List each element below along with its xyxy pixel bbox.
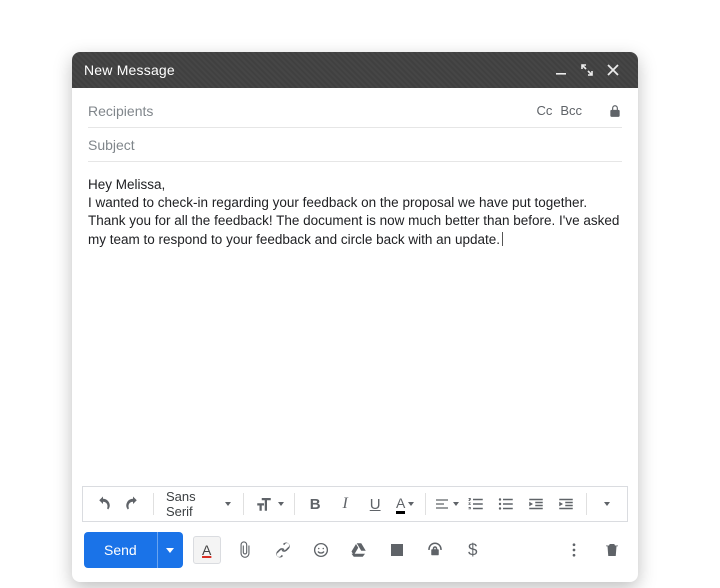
more-formatting-button[interactable] <box>593 490 621 518</box>
chevron-down-icon <box>604 502 610 506</box>
chevron-down-icon <box>453 502 459 506</box>
body-paragraph: I wanted to check-in regarding your feed… <box>88 195 619 246</box>
subject-placeholder: Subject <box>88 137 622 153</box>
insert-link-button[interactable] <box>269 536 297 564</box>
cc-button[interactable]: Cc <box>536 103 552 118</box>
drive-icon <box>350 541 368 559</box>
subject-row[interactable]: Subject <box>88 128 622 162</box>
body-greeting: Hey Melissa, <box>88 176 622 194</box>
image-icon <box>388 541 406 559</box>
numbered-list-button[interactable] <box>462 490 490 518</box>
dollar-icon: $ <box>468 540 477 560</box>
text-color-icon: A <box>396 495 405 513</box>
bulleted-list-button[interactable] <box>492 490 520 518</box>
fullscreen-button[interactable] <box>574 52 600 88</box>
kebab-icon <box>565 541 583 559</box>
window-title: New Message <box>84 62 548 78</box>
text-color-button[interactable]: A <box>391 490 419 518</box>
link-icon <box>274 541 292 559</box>
title-bar: New Message <box>72 52 638 88</box>
more-options-button[interactable] <box>560 536 588 564</box>
italic-icon: I <box>342 495 347 513</box>
bold-icon: B <box>310 496 321 513</box>
attachment-icon <box>236 541 254 559</box>
font-size-picker[interactable] <box>250 490 288 518</box>
send-button[interactable]: Send <box>84 532 157 568</box>
bulleted-list-icon <box>497 495 515 513</box>
indent-decrease-icon <box>527 495 545 513</box>
underline-button[interactable]: U <box>361 490 389 518</box>
footer-icons: A $ <box>193 536 487 564</box>
send-button-group: Send <box>84 532 183 568</box>
message-body[interactable]: Hey Melissa, I wanted to check-in regard… <box>72 162 638 486</box>
compose-window: New Message Recipients Cc Bcc <box>72 52 638 582</box>
chevron-down-icon <box>225 502 231 506</box>
trash-icon <box>603 541 621 559</box>
emoji-icon <box>312 541 330 559</box>
indent-less-button[interactable] <box>522 490 550 518</box>
confidential-mode-button[interactable] <box>421 536 449 564</box>
formatting-options-button[interactable]: A <box>193 536 221 564</box>
font-family-label: Sans Serif <box>166 489 221 519</box>
chevron-down-icon <box>408 502 414 506</box>
align-button[interactable] <box>432 490 460 518</box>
footer: Send A <box>72 532 638 582</box>
insert-money-button[interactable]: $ <box>459 536 487 564</box>
formatting-icon: A <box>202 542 211 558</box>
font-family-picker[interactable]: Sans Serif <box>160 490 237 518</box>
insert-photo-button[interactable] <box>383 536 411 564</box>
redo-button[interactable] <box>119 490 147 518</box>
text-cursor <box>502 232 503 246</box>
recipients-row[interactable]: Recipients Cc Bcc <box>88 94 622 128</box>
align-left-icon <box>434 496 450 512</box>
bcc-button[interactable]: Bcc <box>560 103 582 118</box>
indent-more-button[interactable] <box>552 490 580 518</box>
italic-button[interactable]: I <box>331 490 359 518</box>
header-fields: Recipients Cc Bcc Subject <box>72 88 638 162</box>
undo-button[interactable] <box>89 490 117 518</box>
minimize-button[interactable] <box>548 52 574 88</box>
indent-increase-icon <box>557 495 575 513</box>
numbered-list-icon <box>467 495 485 513</box>
send-options-button[interactable] <box>157 532 183 568</box>
bold-button[interactable]: B <box>301 490 329 518</box>
underline-icon: U <box>370 496 381 513</box>
recipients-placeholder: Recipients <box>88 103 536 119</box>
text-size-icon <box>254 495 274 513</box>
lock-icon <box>608 104 622 118</box>
send-label: Send <box>104 542 137 558</box>
chevron-down-icon <box>278 502 284 506</box>
close-button[interactable] <box>600 52 626 88</box>
attach-file-button[interactable] <box>231 536 259 564</box>
confidential-icon <box>425 541 445 559</box>
chevron-down-icon <box>166 548 174 553</box>
format-toolbar: Sans Serif B I U A <box>82 486 628 522</box>
insert-emoji-button[interactable] <box>307 536 335 564</box>
insert-drive-button[interactable] <box>345 536 373 564</box>
discard-draft-button[interactable] <box>598 536 626 564</box>
